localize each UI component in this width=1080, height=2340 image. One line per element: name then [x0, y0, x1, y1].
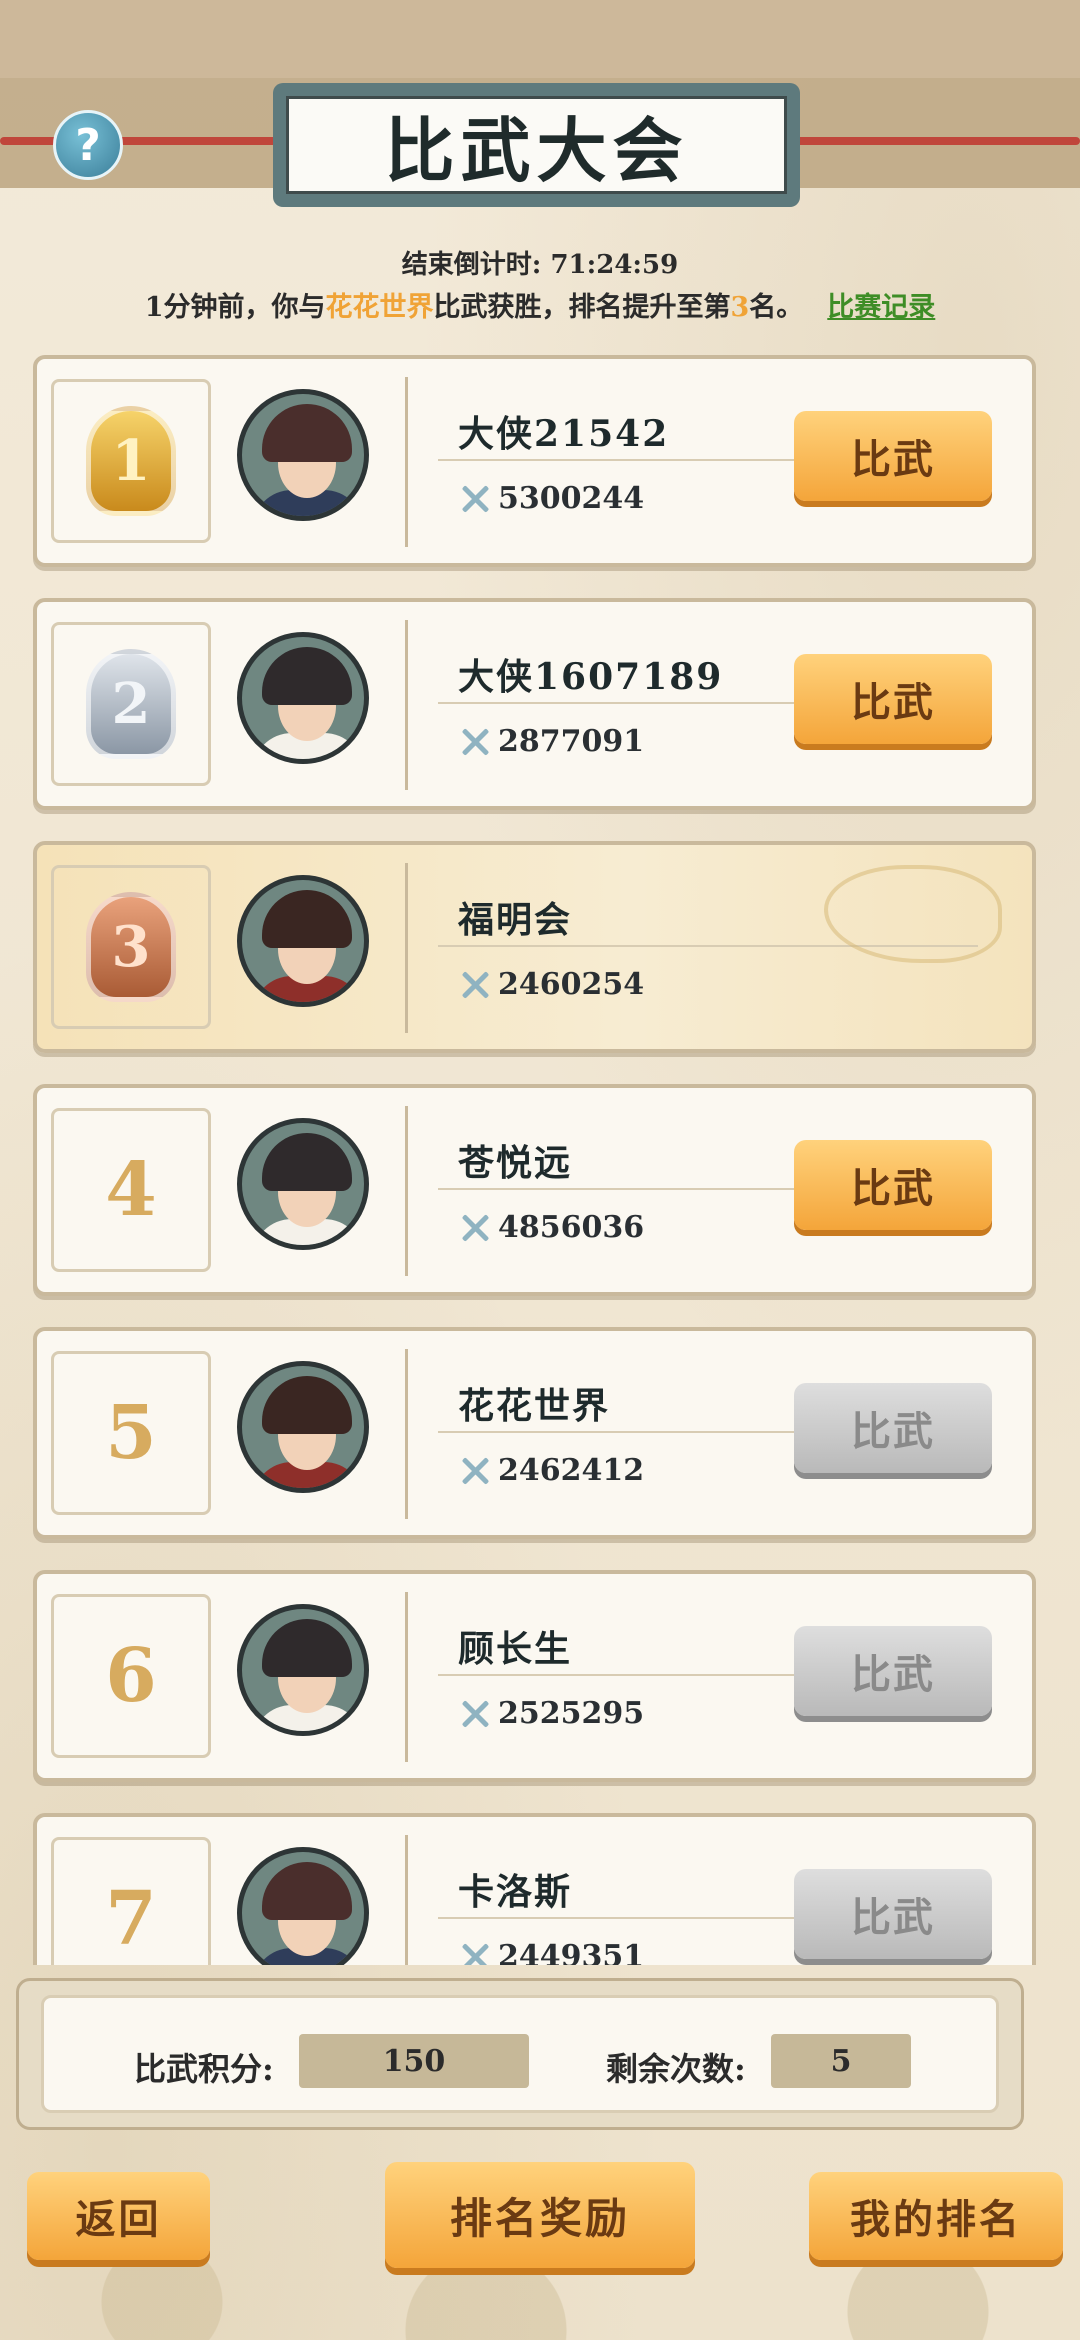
rope-right: [790, 137, 1080, 145]
notice-prefix: 1分钟前，你与: [144, 292, 326, 323]
combat-power-value: 4856036: [498, 1210, 645, 1245]
silver-medal-icon: 2: [86, 649, 176, 759]
remaining-value: 5: [771, 2034, 911, 2088]
avatar-hair: [262, 404, 352, 462]
combat-power-value: 2877091: [498, 724, 645, 759]
stats-inner: 比武积分: 150 剩余次数: 5: [41, 1995, 999, 2113]
combat-power: 2877091: [458, 724, 644, 759]
rank-badge: 4: [51, 1108, 211, 1272]
avatar-hair: [262, 1376, 352, 1434]
ranking-row: 3 福明会 2460254: [33, 841, 1036, 1053]
rank-badge: 2: [51, 622, 211, 786]
challenge-button[interactable]: 比武: [794, 1383, 992, 1473]
player-name: 花花世界: [458, 1385, 611, 1427]
ranking-row: 1 大侠21542 5300244 比武: [33, 355, 1036, 567]
combat-power-value: 5300244: [498, 481, 645, 516]
combat-power-value: 2460254: [498, 967, 645, 1002]
stats-panel: 比武积分: 150 剩余次数: 5: [16, 1978, 1024, 2130]
avatar-hair: [262, 647, 352, 705]
player-name: 苍悦远: [458, 1142, 573, 1184]
ranking-list[interactable]: 1 大侠21542 5300244 比武 2 大侠1607189 2877091 比武 3 福明会…: [0, 345, 1080, 1965]
title-plate: 比武大会: [273, 83, 800, 207]
ranking-row: 5 花花世界 2462412 比武: [33, 1327, 1036, 1539]
challenge-button[interactable]: 比武: [794, 1869, 992, 1959]
crossed-swords-icon: [458, 482, 492, 516]
rank-rewards-button[interactable]: 排名奖励: [385, 2162, 695, 2268]
gold-medal-icon: 1: [86, 406, 176, 516]
crossed-swords-icon: [458, 1697, 492, 1731]
player-name: 卡洛斯: [458, 1871, 573, 1913]
countdown: 结束倒计时: 71:24:59: [0, 244, 1080, 281]
combat-power: 5300244: [458, 481, 644, 516]
ranking-row: 6 顾长生 2525295 比武: [33, 1570, 1036, 1782]
avatar[interactable]: [237, 389, 369, 521]
combat-power: 2525295: [458, 1696, 644, 1731]
combat-power: 2449351: [458, 1939, 644, 1965]
rank-badge: 3: [51, 865, 211, 1029]
combat-power: 4856036: [458, 1210, 644, 1245]
countdown-label: 结束倒计时:: [401, 250, 542, 280]
bronze-medal-icon: 3: [86, 892, 176, 1002]
ranking-row: 7 卡洛斯 2449351 比武: [33, 1813, 1036, 1965]
help-icon[interactable]: ?: [53, 110, 123, 180]
notice-opponent: 花花世界: [325, 292, 434, 323]
combat-power-value: 2449351: [498, 1939, 645, 1965]
avatar[interactable]: [237, 632, 369, 764]
crossed-swords-icon: [458, 1454, 492, 1488]
rank-badge: 7: [51, 1837, 211, 1965]
rank-badge: 1: [51, 379, 211, 543]
player-name: 大侠1607189: [458, 656, 724, 698]
combat-power-value: 2525295: [498, 1696, 645, 1731]
rank-badge: 6: [51, 1594, 211, 1758]
challenge-button[interactable]: 比武: [794, 1626, 992, 1716]
notice-middle: 比武获胜，排名提升至第: [433, 292, 731, 323]
page-title: 比武大会: [286, 96, 787, 194]
challenge-button[interactable]: 比武: [794, 411, 992, 501]
points-label: 比武积分:: [134, 2050, 274, 2088]
avatar-hair: [262, 1133, 352, 1191]
avatar[interactable]: [237, 875, 369, 1007]
notice-rank: 3: [730, 292, 750, 323]
my-rank-button[interactable]: 我的排名: [809, 2172, 1063, 2260]
combat-power-value: 2462412: [498, 1453, 645, 1488]
challenge-button[interactable]: 比武: [794, 1140, 992, 1230]
avatar[interactable]: [237, 1118, 369, 1250]
remaining-label: 剩余次数:: [606, 2050, 746, 2088]
avatar-hair: [262, 1619, 352, 1677]
ranking-row: 2 大侠1607189 2877091 比武: [33, 598, 1036, 810]
combat-power: 2462412: [458, 1453, 644, 1488]
ranking-row: 4 苍悦远 4856036 比武: [33, 1084, 1036, 1296]
crossed-swords-icon: [458, 1940, 492, 1966]
avatar-hair: [262, 1862, 352, 1920]
battle-notice: 1分钟前，你与花花世界比武获胜，排名提升至第3名。 比赛记录: [0, 285, 1080, 324]
points-value: 150: [299, 2034, 529, 2088]
countdown-value: 71:24:59: [550, 250, 679, 280]
back-button[interactable]: 返回: [27, 2172, 210, 2260]
crossed-swords-icon: [458, 968, 492, 1002]
crossed-swords-icon: [458, 725, 492, 759]
avatar[interactable]: [237, 1361, 369, 1493]
rope-left: [0, 137, 290, 145]
notice-suffix: 名。: [749, 292, 804, 323]
match-record-link[interactable]: 比赛记录: [827, 292, 935, 323]
avatar[interactable]: [237, 1604, 369, 1736]
challenge-button[interactable]: 比武: [794, 654, 992, 744]
combat-power: 2460254: [458, 967, 644, 1002]
player-name: 福明会: [458, 899, 573, 941]
crossed-swords-icon: [458, 1211, 492, 1245]
avatar[interactable]: [237, 1847, 369, 1965]
header: ? 比武大会: [0, 0, 1080, 230]
player-name: 顾长生: [458, 1628, 573, 1670]
avatar-hair: [262, 890, 352, 948]
header-band-top: [0, 0, 1080, 78]
player-name: 大侠21542: [458, 413, 670, 455]
rank-badge: 5: [51, 1351, 211, 1515]
